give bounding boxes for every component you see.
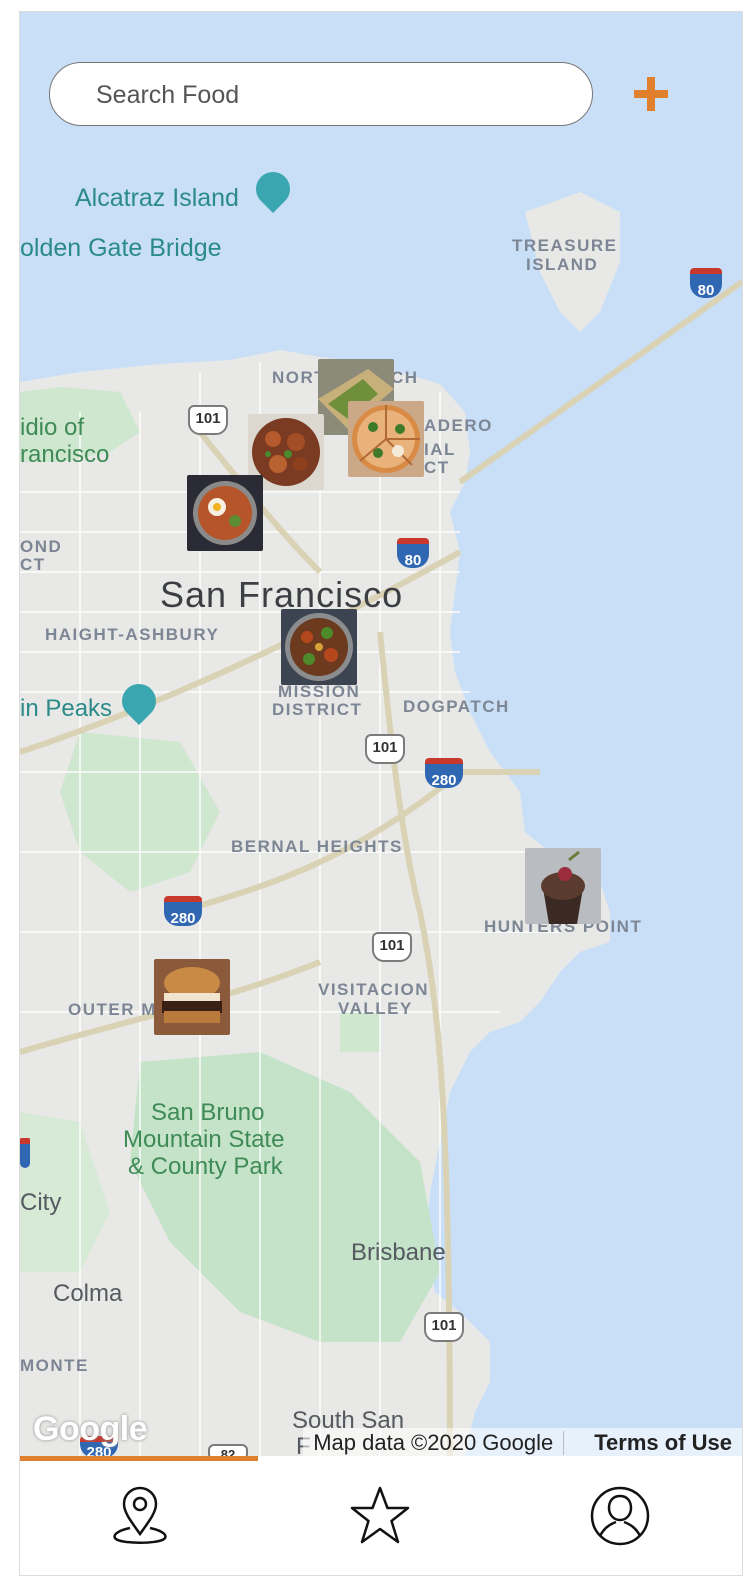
tab-favorites[interactable] [260, 1461, 500, 1571]
label-richmond-1: OND [20, 537, 63, 556]
map-attribution: Map data ©2020 Google Terms of Use [303, 1428, 742, 1458]
label-dogpatch: DOGPATCH [403, 697, 510, 716]
star-icon [350, 1486, 410, 1544]
highway-shield: 101 [365, 734, 405, 764]
user-icon [590, 1486, 650, 1546]
label-monte: MONTE [20, 1356, 89, 1375]
label-golden-gate: olden Gate Bridge [20, 234, 222, 262]
label-alcatraz: Alcatraz Island [75, 184, 239, 212]
attribution-divider [563, 1431, 584, 1455]
terms-of-use-link[interactable]: Terms of Use [584, 1430, 742, 1456]
label-treasure-2: ISLAND [526, 255, 599, 274]
food-pin-cupcake[interactable] [525, 848, 601, 924]
label-city: City [20, 1189, 62, 1216]
food-pin-pizza[interactable] [348, 401, 424, 477]
interstate-shield: 80 [397, 538, 429, 569]
label-embarcadero-2: IAL [424, 440, 456, 459]
map-pin-icon [113, 1486, 167, 1544]
interstate-shield: 280 [425, 758, 463, 789]
label-mission-1: MISSION [278, 682, 361, 701]
map-view[interactable]: Alcatraz Island olden Gate Bridge TREASU… [20, 12, 742, 1475]
label-twin-peaks: in Peaks [20, 695, 113, 722]
label-treasure-1: TREASURE [512, 236, 618, 255]
map-data-text: Map data ©2020 Google [313, 1430, 554, 1455]
food-pin-burger[interactable] [154, 959, 230, 1035]
label-embarcadero-3: CT [424, 458, 450, 477]
google-logo: Google [33, 1410, 148, 1448]
label-presidio-1: idio of [20, 414, 85, 441]
label-colma: Colma [53, 1280, 123, 1307]
add-food-button[interactable] [631, 74, 671, 114]
label-north-beach-end: CH [391, 368, 419, 387]
plus-icon [634, 77, 668, 111]
label-richmond-2: CT [20, 555, 46, 574]
label-san-bruno-1: San Bruno [151, 1099, 265, 1126]
interstate-shield-partial [20, 1138, 30, 1168]
label-brisbane: Brisbane [351, 1239, 446, 1266]
label-bernal-heights: BERNAL HEIGHTS [231, 837, 403, 856]
interstate-shield: 280 [164, 896, 202, 927]
search-input[interactable] [94, 76, 568, 114]
label-san-bruno-3: & County Park [128, 1153, 283, 1180]
label-embarcadero-1: ADERO [424, 416, 493, 435]
highway-shield: 101 [424, 1312, 464, 1342]
bottom-tab-bar [20, 1456, 742, 1575]
label-haight-ashbury: HAIGHT-ASHBURY [45, 625, 220, 644]
app-screen: Alcatraz Island olden Gate Bridge TREASU… [19, 11, 743, 1576]
tab-profile[interactable] [500, 1461, 740, 1571]
highway-shield: 101 [188, 405, 228, 435]
tab-map[interactable] [20, 1461, 260, 1571]
label-san-bruno-2: Mountain State [123, 1126, 285, 1153]
search-bar[interactable] [49, 62, 593, 126]
label-visitacion-2: VALLEY [338, 999, 413, 1018]
interstate-shield: 80 [690, 268, 722, 299]
label-outer-mission: OUTER M [68, 1000, 157, 1019]
food-pin-ramen[interactable] [187, 475, 263, 551]
highway-shield: 101 [372, 932, 412, 962]
food-pin-stir-fry[interactable] [281, 609, 357, 685]
label-visitacion-1: VISITACION [318, 980, 430, 999]
label-mission-2: DISTRICT [272, 700, 363, 719]
label-presidio-2: rancisco [20, 441, 110, 468]
